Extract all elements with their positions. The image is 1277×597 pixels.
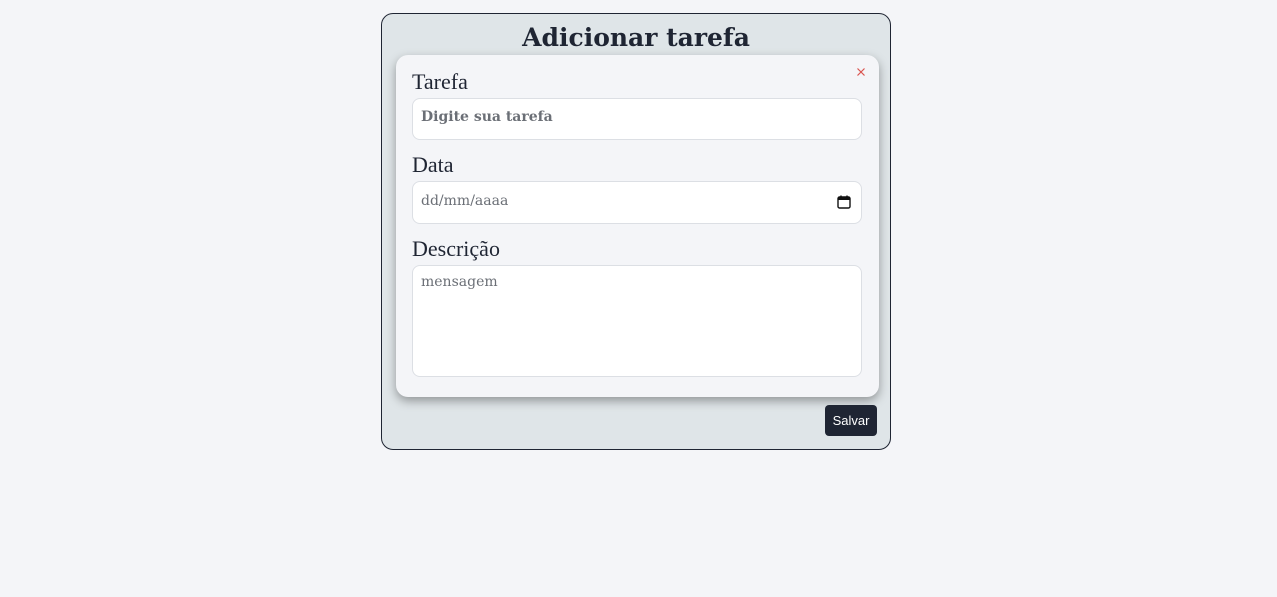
task-label: Tarefa (412, 69, 468, 94)
date-input-placeholder: dd/mm/aaaa (421, 193, 509, 209)
panel-title: Adicionar tarefa (522, 23, 750, 52)
add-task-panel: Adicionar tarefa Tarefa Digite sua taref… (381, 13, 891, 450)
date-label: Data (412, 152, 454, 177)
date-input[interactable]: dd/mm/aaaa (412, 181, 862, 224)
task-input-placeholder: Digite sua tarefa (421, 109, 553, 125)
task-input[interactable]: Digite sua tarefa (412, 98, 862, 140)
description-textarea[interactable]: mensagem (412, 265, 862, 377)
calendar-icon[interactable] (837, 195, 851, 209)
save-button[interactable]: Salvar (825, 405, 877, 436)
task-form-card: Tarefa Digite sua tarefa Data dd/mm/aaaa… (396, 55, 879, 397)
close-icon[interactable] (854, 65, 868, 79)
description-label: Descrição (412, 236, 500, 261)
description-placeholder: mensagem (421, 274, 498, 290)
